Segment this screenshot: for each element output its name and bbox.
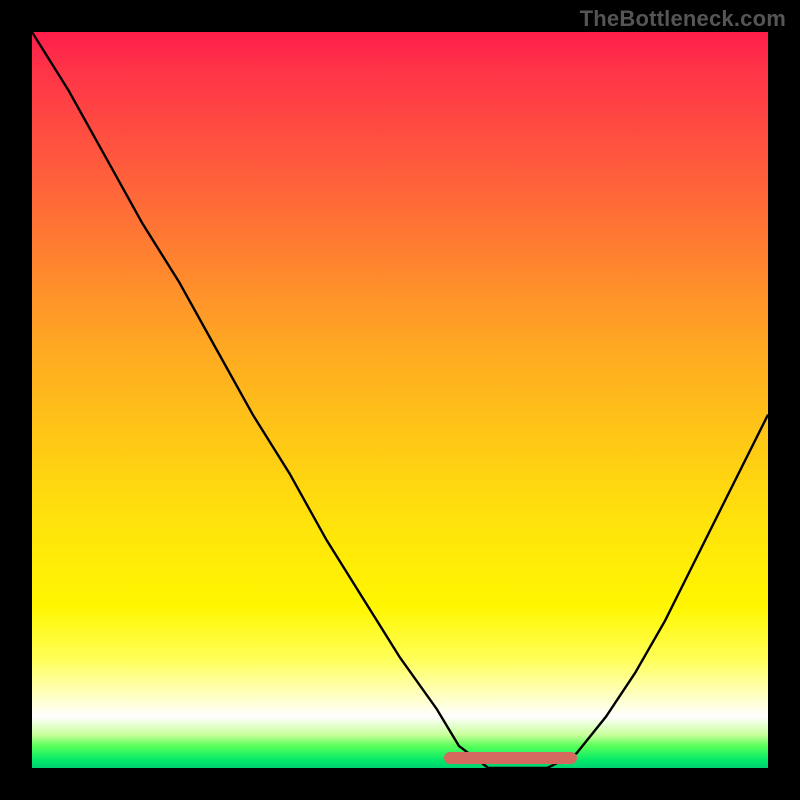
chart-frame: TheBottleneck.com xyxy=(0,0,800,800)
plot-area xyxy=(32,32,768,768)
watermark-text: TheBottleneck.com xyxy=(580,6,786,32)
bottleneck-curve xyxy=(32,32,768,768)
optimal-range-marker xyxy=(444,752,576,764)
